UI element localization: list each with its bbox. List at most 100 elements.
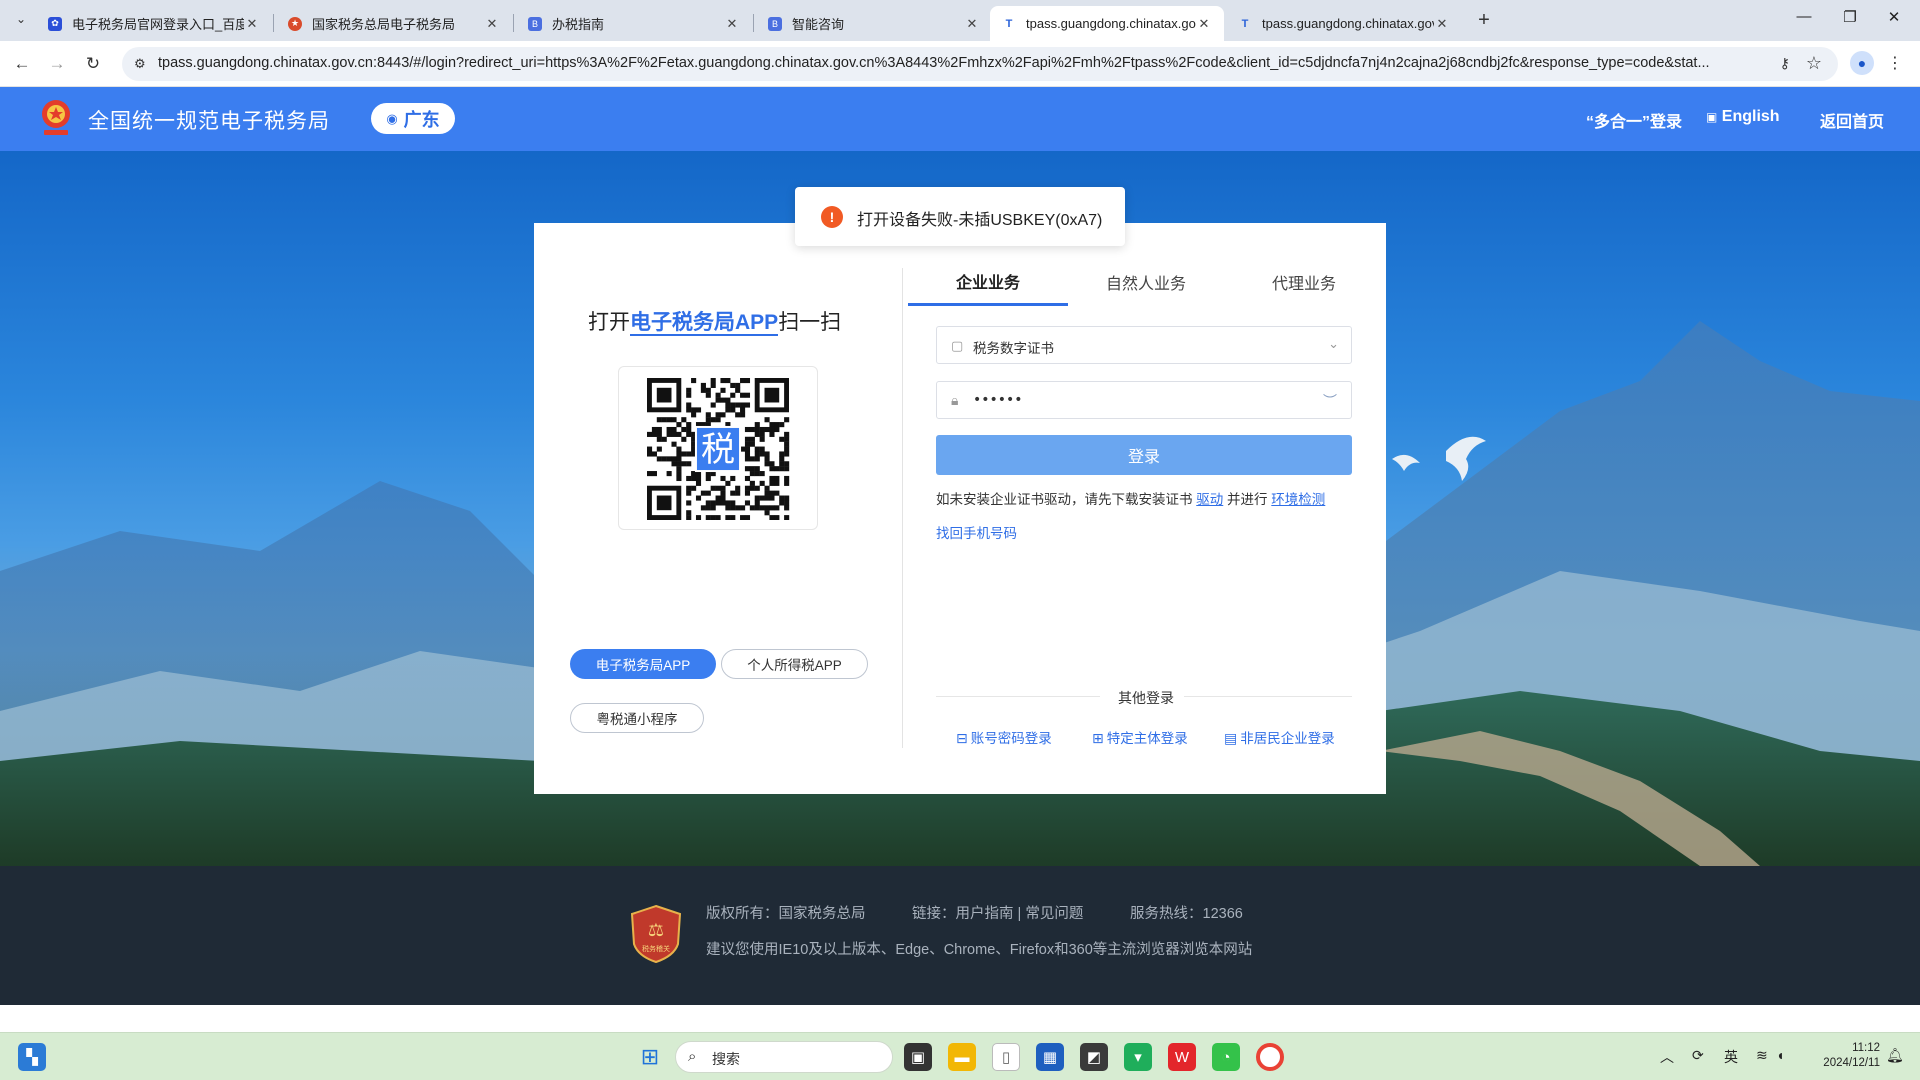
login-qr-code: 税	[618, 366, 818, 530]
paw-icon: ✿	[48, 16, 62, 31]
volume-icon[interactable]: ◖	[1776, 1047, 1784, 1063]
guide-icon: B	[528, 16, 542, 31]
task-view-icon[interactable]: ▣	[904, 1043, 932, 1071]
error-exclamation-icon: !	[821, 206, 843, 228]
close-icon[interactable]: ✕	[964, 16, 980, 32]
chrome-icon[interactable]	[1256, 1043, 1284, 1071]
location-pin-icon: ◉	[386, 110, 398, 126]
driver-install-hint: 如未安装企业证书驱动，请先下载安装证书 驱动 并进行 环境检测	[936, 492, 1326, 507]
chevron-down-icon: ⌄	[1328, 336, 1339, 351]
new-tab-plus-icon[interactable]: +	[1472, 9, 1496, 32]
svg-text:⚖: ⚖	[648, 920, 664, 941]
search-icon: ⌕	[688, 1048, 697, 1065]
browser-menu-icon[interactable]: ⋮	[1886, 53, 1904, 73]
profile-avatar-icon[interactable]: ●	[1850, 51, 1874, 75]
notepad-icon[interactable]: ▯	[992, 1043, 1020, 1071]
building-icon: ▤	[1224, 730, 1238, 746]
notification-bell-icon[interactable]: 🔔︎	[1886, 1047, 1904, 1064]
wps-office-icon[interactable]: W	[1168, 1043, 1196, 1071]
nonresident-enterprise-login-link[interactable]: ▤ 非居民企业登录	[1224, 727, 1335, 747]
recover-phone-link[interactable]: 找回手机号码	[936, 522, 1017, 542]
tab-title: tpass.guangdong.chinatax.gov.cn	[1262, 16, 1434, 31]
bookmark-app-icon[interactable]: ▾	[1124, 1043, 1152, 1071]
faq-link[interactable]: 常见问题	[1025, 906, 1083, 922]
certificate-type-value: 税务数字证书	[973, 341, 1054, 356]
close-icon[interactable]: ✕	[1434, 16, 1450, 32]
close-icon[interactable]: ✕	[1196, 16, 1212, 32]
driver-download-link[interactable]: 驱动	[1196, 492, 1223, 507]
user-card-icon: ▢	[951, 338, 964, 353]
window-close-icon[interactable]: ✕	[1874, 8, 1914, 26]
taskbar-search[interactable]: ⌕ 搜索	[675, 1041, 893, 1073]
footer-browser-advice: 建议您使用IE10及以上版本、Edge、Chrome、Firefox和360等主…	[706, 942, 1253, 958]
specific-entity-login-link[interactable]: ⊞ 特定主体登录	[1092, 727, 1188, 747]
reload-icon[interactable]: ↻	[82, 53, 104, 75]
return-home-link[interactable]: 返回首页	[1820, 108, 1884, 132]
etax-app-button[interactable]: 电子税务局APP	[570, 649, 716, 679]
close-icon[interactable]: ✕	[724, 16, 740, 32]
login-button[interactable]: 登录	[936, 435, 1352, 475]
browser-tab-1[interactable]: ✿ 电子税务局官网登录入口_百度搜索 ✕	[36, 6, 272, 41]
guangdong-mini-program-button[interactable]: 粤税通小程序	[570, 703, 704, 733]
close-icon[interactable]: ✕	[484, 16, 500, 32]
address-toolbar: ← → ↻ ⚙ tpass.guangdong.chinatax.gov.cn:…	[0, 41, 1920, 87]
browser-tab-5-active[interactable]: T tpass.guangdong.chinatax.gov.cn ✕	[990, 6, 1224, 41]
restore-icon[interactable]: ❐	[1830, 8, 1870, 26]
divider-right	[1184, 696, 1352, 697]
tab-title: 电子税务局官网登录入口_百度搜索	[72, 17, 244, 32]
toast-message: 打开设备失败-未插USBKEY(0xA7)	[857, 212, 1103, 229]
close-icon[interactable]: ✕	[244, 16, 260, 32]
tab-individual[interactable]: 自然人业务	[1066, 258, 1226, 306]
tab-title: tpass.guangdong.chinatax.gov.cn	[1026, 16, 1196, 31]
browser-tab-3[interactable]: B 办税指南 ✕	[516, 6, 752, 41]
browser-tab-2[interactable]: ★ 国家税务总局电子税务局 ✕	[276, 6, 512, 41]
bookmark-star-icon[interactable]: ☆	[1806, 53, 1822, 74]
divider-left	[936, 696, 1100, 697]
url-text[interactable]: tpass.guangdong.chinatax.gov.cn:8443/#/l…	[158, 55, 1748, 71]
tab-search-chevron-icon[interactable]: ⌄	[10, 8, 32, 30]
user-guide-link[interactable]: 用户指南	[956, 906, 1014, 922]
tab-enterprise[interactable]: 企业业务	[908, 258, 1068, 306]
qr-code-image: 税	[647, 378, 790, 520]
password-input[interactable]	[973, 390, 1313, 410]
browser-tab-4[interactable]: B 智能咨询 ✕	[756, 6, 992, 41]
url-bar[interactable]: ⚙ tpass.guangdong.chinatax.gov.cn:8443/#…	[122, 47, 1838, 81]
sync-icon[interactable]: ⟳	[1692, 1047, 1704, 1064]
footer-hotline: 服务热线：12366	[1130, 906, 1243, 922]
clock-date: 2024/12/11	[1823, 1057, 1880, 1069]
tray-chevron-up-icon[interactable]: ︿	[1660, 1047, 1674, 1067]
website-viewport: 全国统一规范电子税务局 ◉ 广东 “多合一”登录 ▣ English 返回首页	[0, 87, 1920, 1005]
personal-tax-app-button[interactable]: 个人所得税APP	[721, 649, 868, 679]
tab-agent[interactable]: 代理业务	[1224, 258, 1384, 306]
taskbar-clock[interactable]: 11:12 2024/12/11	[1812, 1041, 1880, 1071]
site-info-icon[interactable]: ⚙	[134, 56, 150, 72]
login-type-tabs: 企业业务 自然人业务 代理业务	[908, 258, 1386, 308]
file-explorer-icon[interactable]: ▬	[948, 1043, 976, 1071]
region-selector[interactable]: ◉ 广东	[371, 103, 455, 134]
store-icon[interactable]: ▦	[1036, 1043, 1064, 1071]
tpass-icon: T	[1005, 17, 1013, 30]
eye-closed-icon[interactable]: ︶	[1323, 391, 1337, 411]
environment-check-link[interactable]: 环境检测	[1271, 492, 1325, 507]
windows-start-icon[interactable]: ⊞	[636, 1043, 664, 1071]
certificate-type-select[interactable]: ▢ 税务数字证书 ⌄	[936, 326, 1352, 364]
forward-arrow-icon[interactable]: →	[46, 53, 68, 75]
region-label: 广东	[403, 109, 440, 130]
ime-indicator[interactable]: 英	[1724, 1047, 1738, 1067]
error-toast: ! 打开设备失败-未插USBKEY(0xA7)	[795, 187, 1125, 246]
multi-in-one-login-link[interactable]: “多合一”登录	[1586, 108, 1682, 132]
widgets-icon[interactable]: ▚	[18, 1043, 46, 1071]
password-key-icon[interactable]: ⚷	[1780, 55, 1790, 72]
minimize-icon[interactable]: —	[1784, 8, 1824, 25]
english-link[interactable]: ▣ English	[1706, 108, 1780, 126]
back-arrow-icon[interactable]: ←	[11, 53, 33, 75]
wechat-icon[interactable]: ◔	[1212, 1043, 1240, 1071]
browser-tab-6[interactable]: T tpass.guangdong.chinatax.gov.cn ✕	[1226, 6, 1462, 41]
english-label: English	[1721, 108, 1780, 125]
account-password-login-link[interactable]: ⊟ 账号密码登录	[956, 727, 1052, 747]
wifi-icon[interactable]: ≋	[1756, 1047, 1768, 1064]
security-app-icon[interactable]: ◩	[1080, 1043, 1108, 1071]
password-field[interactable]: 🔒︎ ︶	[936, 381, 1352, 419]
tax-emblem-icon: ★	[288, 16, 302, 31]
svg-text:税务稽关: 税务稽关	[642, 944, 670, 953]
